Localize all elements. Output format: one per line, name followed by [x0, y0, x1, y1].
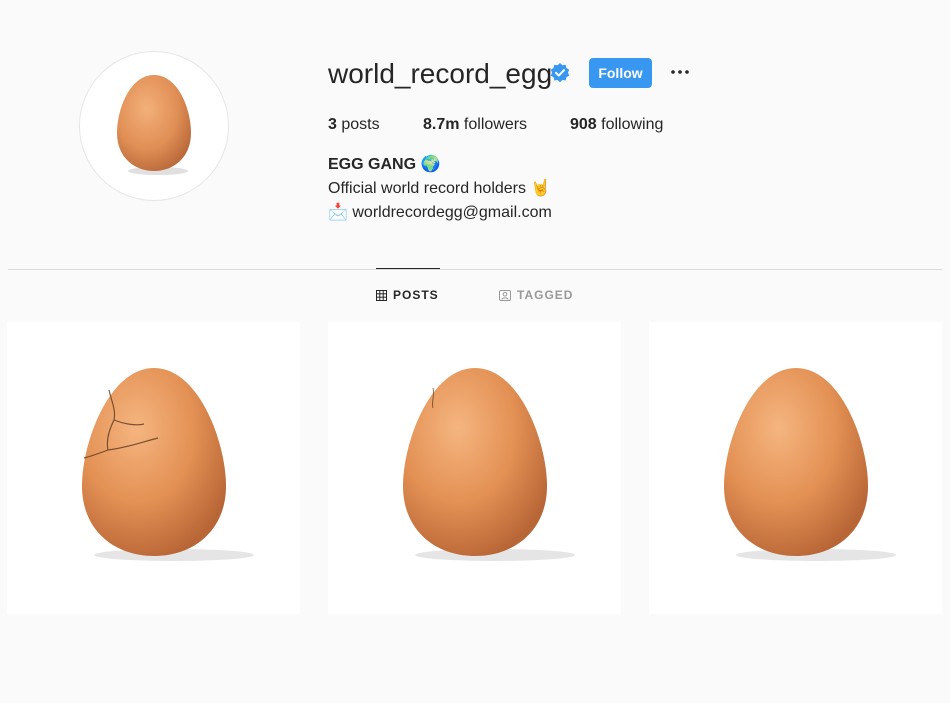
- tab-tagged[interactable]: TAGGED: [499, 269, 573, 321]
- follow-button[interactable]: Follow: [589, 58, 652, 88]
- profile-avatar[interactable]: [79, 51, 229, 201]
- egg-avatar-icon: [117, 75, 191, 175]
- tabs-divider: [8, 269, 942, 270]
- profile-username: world_record_egg: [328, 58, 553, 89]
- post-tile[interactable]: [649, 322, 942, 614]
- tab-posts[interactable]: POSTS: [376, 268, 440, 321]
- slightly-cracked-egg-image: [402, 368, 575, 561]
- tab-tagged-label: TAGGED: [517, 288, 574, 302]
- bio-email: 📩 worldrecordegg@gmail.com: [328, 204, 552, 221]
- following-count-label: following: [596, 116, 664, 133]
- more-options-icon: [671, 70, 689, 74]
- followers-count[interactable]: 8.7m followers: [423, 115, 527, 135]
- following-count[interactable]: 908 following: [570, 115, 663, 135]
- post-tile[interactable]: [7, 322, 300, 614]
- posts-count-label: posts: [336, 116, 380, 133]
- bio-line-1: Official world record holders 🤘: [328, 180, 551, 197]
- posts-count-value: 3: [328, 116, 337, 133]
- grid-icon: [376, 289, 387, 301]
- following-count-value: 908: [570, 116, 597, 133]
- verified-badge-icon: [550, 63, 570, 83]
- posts-count: 3 posts: [328, 115, 380, 135]
- cracked-egg-image: [81, 368, 254, 561]
- followers-count-value: 8.7m: [423, 116, 460, 133]
- egg-image: [723, 368, 896, 561]
- tab-posts-label: POSTS: [393, 288, 439, 302]
- bio-name: EGG GANG 🌍: [328, 156, 441, 173]
- tagged-icon: [499, 289, 511, 301]
- followers-count-label: followers: [459, 116, 528, 133]
- more-options-button[interactable]: [666, 62, 694, 82]
- post-tile[interactable]: [328, 322, 621, 614]
